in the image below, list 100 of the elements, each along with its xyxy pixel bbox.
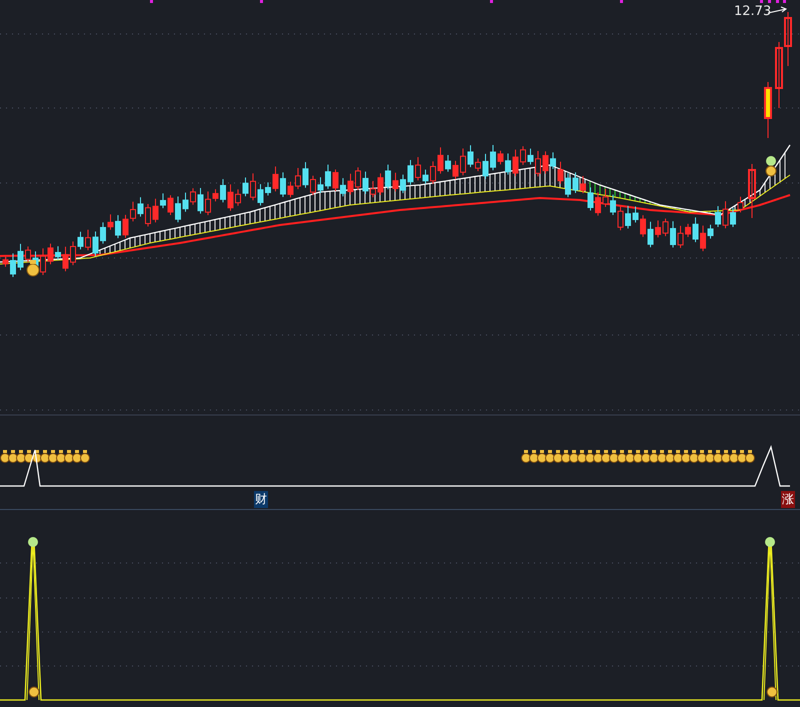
candlestick (370, 180, 376, 198)
candlestick (700, 225, 706, 252)
candlestick (550, 152, 556, 170)
apple-money-bag-icon (766, 156, 776, 176)
candlestick (212, 188, 218, 202)
candlestick (348, 173, 354, 196)
candlestick (62, 246, 68, 272)
candlestick (468, 144, 474, 168)
candlestick (340, 178, 346, 197)
candlestick (378, 172, 384, 196)
candlestick (198, 188, 204, 214)
candlestick (280, 172, 286, 198)
candlestick (558, 161, 564, 184)
candlestick (730, 207, 736, 228)
candlestick (748, 164, 756, 218)
price-label: 12.73 (734, 4, 772, 19)
candlestick (490, 144, 496, 171)
candlestick (10, 252, 16, 278)
candlestick (632, 206, 638, 224)
signal-label: 涨 (781, 491, 795, 508)
candlestick (138, 196, 144, 218)
candlestick (48, 243, 54, 265)
candlestick (288, 181, 294, 198)
candlestick (220, 178, 226, 203)
candlestick (55, 246, 61, 260)
candlestick (475, 158, 481, 172)
candlestick (595, 192, 601, 216)
candlestick (332, 169, 338, 192)
candlestick (130, 201, 136, 222)
candlestick (400, 174, 406, 194)
candlestick (25, 246, 31, 263)
candlestick (572, 172, 578, 194)
candlestick (408, 160, 414, 186)
candlestick (40, 248, 46, 276)
candlestick (482, 153, 488, 180)
candlestick (2, 256, 8, 268)
candlestick (438, 146, 444, 174)
candlestick (640, 214, 646, 238)
money-bag-icon (28, 686, 40, 698)
candlestick (625, 205, 631, 229)
candlestick (100, 222, 106, 244)
candlestick (528, 148, 534, 165)
candlestick (92, 230, 98, 256)
candlestick (85, 229, 91, 251)
candlestick (452, 160, 458, 180)
candlestick (662, 218, 668, 237)
candlestick (145, 203, 151, 228)
candlestick (175, 196, 181, 223)
candlestick (152, 198, 158, 223)
candlestick (692, 216, 698, 243)
indicator-label: 财 (254, 491, 268, 508)
candlestick (430, 160, 436, 184)
candlestick (228, 184, 234, 212)
candlestick (580, 176, 586, 194)
candlestick (588, 186, 594, 212)
candlestick (542, 150, 548, 174)
candlestick (182, 192, 188, 212)
candlestick (610, 194, 616, 216)
candlestick (235, 188, 241, 206)
candlestick (190, 188, 196, 206)
candlestick (460, 148, 466, 176)
candlestick (108, 214, 114, 230)
candlestick (242, 176, 248, 197)
candlestick (205, 191, 211, 216)
candlestick (272, 166, 278, 192)
candlestick (258, 184, 264, 206)
candlestick (415, 156, 421, 181)
candlestick (445, 154, 451, 172)
candlestick (392, 172, 398, 192)
candlestick (764, 82, 772, 138)
candlestick (115, 214, 121, 239)
candlestick (160, 192, 166, 209)
candlestick (722, 200, 728, 229)
candlestick (325, 164, 331, 190)
money-bag-icon (26, 260, 40, 276)
candlestick (265, 182, 271, 196)
candlestick (602, 188, 608, 208)
candlestick (498, 150, 504, 165)
candlestick (385, 164, 391, 190)
candlestick (302, 162, 308, 188)
candlestick (512, 149, 518, 177)
candlestick (648, 221, 654, 248)
candlestick (505, 153, 511, 176)
candlestick (565, 172, 571, 198)
apple-icon (765, 537, 775, 547)
candlestick (670, 220, 676, 248)
apple-icon (28, 537, 38, 547)
candlestick (655, 220, 661, 238)
candlestick (355, 166, 361, 190)
candlestick (618, 206, 624, 231)
money-bag-icon (766, 686, 778, 698)
candlestick (535, 150, 541, 177)
candlestick (70, 240, 76, 266)
candlestick (18, 243, 24, 271)
candlestick (318, 176, 324, 194)
candlestick (520, 146, 526, 166)
candlestick (168, 194, 174, 216)
candlestick (310, 175, 316, 196)
candlestick (738, 196, 744, 213)
candlestick (708, 224, 714, 240)
